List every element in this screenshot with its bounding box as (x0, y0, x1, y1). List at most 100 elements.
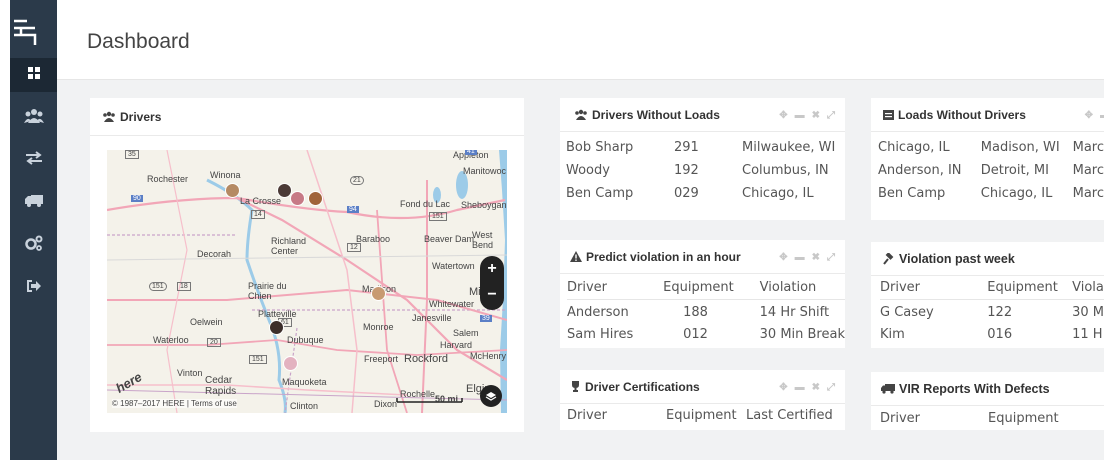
table-row[interactable]: Ben Camp 029 Chicago, IL (566, 182, 835, 205)
driver-avatar[interactable] (308, 191, 323, 206)
driver-certifications-panel: Driver Certifications ✥ ▬ ✖ ⤢ Driver Equipm… (560, 370, 845, 430)
table-row[interactable]: Kim 016 11 H (880, 323, 1104, 345)
table-cell: Chicago, IL (878, 140, 950, 155)
column-header[interactable]: Driver (880, 406, 988, 430)
expand-icon[interactable]: ⤢ (827, 110, 835, 121)
map-label: Waterloo (153, 335, 189, 345)
table-row[interactable]: Anderson, IN Detroit, MI Marc (878, 159, 1104, 182)
driver-avatar[interactable] (290, 191, 305, 206)
column-header[interactable]: Viola (1072, 276, 1104, 299)
predict-violation-panel: Predict violation in an hour ✥ ▬ ✖ ⤢ Driver… (560, 240, 845, 348)
minimize-icon[interactable]: ▬ (795, 110, 805, 121)
table-cell: Madison, WI (980, 140, 1060, 155)
driver-avatar[interactable] (269, 320, 284, 335)
expand-icon[interactable]: ⤢ (827, 382, 835, 393)
table-row[interactable]: Chicago, IL Madison, WI Marc (878, 136, 1104, 159)
map-label: McHenry (470, 351, 507, 361)
panel-title: Drivers Without Loads (592, 107, 720, 122)
vir-reports-header: VIR Reports With Defects (871, 372, 1104, 406)
highway-shield: 20 (207, 338, 221, 347)
map-label: Cedar Rapids (205, 375, 237, 397)
minimize-icon[interactable]: ▬ (795, 382, 805, 393)
nav-dashboard[interactable] (10, 58, 57, 92)
table-row[interactable]: Bob Sharp 291 Milwaukee, WI (566, 136, 835, 159)
map-layers-button[interactable] (480, 385, 502, 407)
map-label: Baraboo (356, 234, 391, 244)
table-row[interactable]: G Casey 122 30 M (880, 299, 1104, 323)
expand-icon[interactable]: ⤢ (827, 252, 835, 263)
column-header[interactable]: Driver (567, 403, 666, 427)
map-attribution[interactable]: © 1987–2017 HERE | Terms of use (112, 399, 237, 408)
drivers-panel-title: Drivers (120, 109, 162, 124)
dashboard-content: Drivers Rochester Winona La Crosse Fond … (57, 80, 1104, 460)
column-header[interactable]: Driver (880, 276, 987, 299)
nav-settings[interactable] (10, 228, 57, 262)
close-icon[interactable]: ✖ (812, 110, 820, 121)
zoom-in-button[interactable]: + (480, 256, 504, 282)
zoom-out-button[interactable]: − (480, 282, 504, 308)
move-icon[interactable]: ✥ (779, 110, 787, 121)
table-cell: Ben Camp (878, 186, 946, 201)
highway-shield: 14 (251, 210, 265, 219)
table-row[interactable]: Sam Hires 012 30 Min Break (567, 323, 845, 345)
cogs-icon (24, 235, 43, 256)
highway-shield: 18 (177, 282, 191, 291)
list-alt-icon (883, 109, 894, 120)
nav-users[interactable] (10, 101, 57, 135)
drivers-panel: Drivers Rochester Winona La Crosse Fond … (90, 98, 524, 432)
panel-controls: ✥ ▬ ✖ ⤢ (779, 382, 835, 393)
table-row[interactable]: Ben Camp Chicago, IL Marc (878, 182, 1104, 205)
map-label: La Crosse (240, 196, 282, 206)
column-header[interactable]: Driver (567, 276, 663, 299)
minimize-icon[interactable]: ▬ (1100, 110, 1104, 121)
drivers-without-loads-table: Bob Sharp 291 Milwaukee, WI Woody 192 Co… (566, 136, 835, 205)
table-cell: 11 H (1072, 326, 1103, 342)
nav-exchange[interactable] (10, 143, 57, 177)
driver-avatar[interactable] (283, 356, 298, 371)
table-cell: Detroit, MI (980, 163, 1049, 178)
map-label: Clinton (290, 401, 319, 411)
table-cell: 188 (683, 304, 708, 320)
move-icon[interactable]: ✥ (779, 252, 787, 263)
column-header[interactable]: Equipment (666, 403, 746, 427)
move-icon[interactable]: ✥ (1085, 110, 1093, 121)
violation-past-week-panel: Violation past week Driver Equipment Vio… (871, 242, 1104, 348)
column-header[interactable]: Equipment (663, 276, 760, 299)
table-header-row: Driver Equipment Violation (567, 276, 845, 299)
map-label: Monroe (363, 322, 394, 332)
nav-trucks[interactable] (10, 186, 57, 220)
table-cell: Ben Camp (566, 186, 634, 201)
nav-signout[interactable] (10, 271, 57, 305)
drivers-panel-header: Drivers (90, 98, 524, 136)
drivers-map[interactable]: Rochester Winona La Crosse Fond du Lac S… (107, 150, 507, 413)
table-cell: 291 (674, 140, 699, 155)
column-header[interactable]: Last Certified (746, 403, 833, 427)
header: Dashboard (57, 0, 1104, 80)
highway-shield: 151 (249, 355, 267, 364)
table-cell: Anderson (567, 304, 629, 320)
driver-avatar[interactable] (371, 286, 386, 301)
panel-controls: ✥ ▬ ✖ ⤢ (779, 110, 835, 121)
column-header[interactable]: Equipment (988, 406, 1059, 430)
users-icon (574, 109, 588, 120)
table-row[interactable]: Anderson 188 14 Hr Shift (567, 299, 845, 323)
driver-avatar[interactable] (225, 183, 240, 198)
table-cell: 029 (674, 186, 699, 201)
column-header[interactable]: Equipment (987, 276, 1072, 299)
highway-shield: 94 (347, 206, 359, 213)
loads-without-drivers-header: Loads Without Drivers ✥▬ (871, 98, 1104, 132)
close-icon[interactable]: ✖ (812, 382, 820, 393)
truck-icon (881, 383, 895, 394)
move-icon[interactable]: ✥ (779, 382, 787, 393)
map-label: Whitewater (429, 299, 475, 309)
table-row[interactable]: Woody 192 Columbus, IN (566, 159, 835, 182)
close-icon[interactable]: ✖ (812, 252, 820, 263)
table-cell: 14 Hr Shift (759, 304, 830, 320)
minimize-icon[interactable]: ▬ (795, 252, 805, 263)
logo-icon[interactable] (13, 18, 43, 46)
map-zoom-control: + − (480, 256, 504, 310)
warning-icon (570, 251, 582, 262)
column-header[interactable]: Violation (760, 276, 845, 299)
map-label: Harvard (440, 340, 473, 350)
highway-shield: 41 (465, 150, 477, 155)
